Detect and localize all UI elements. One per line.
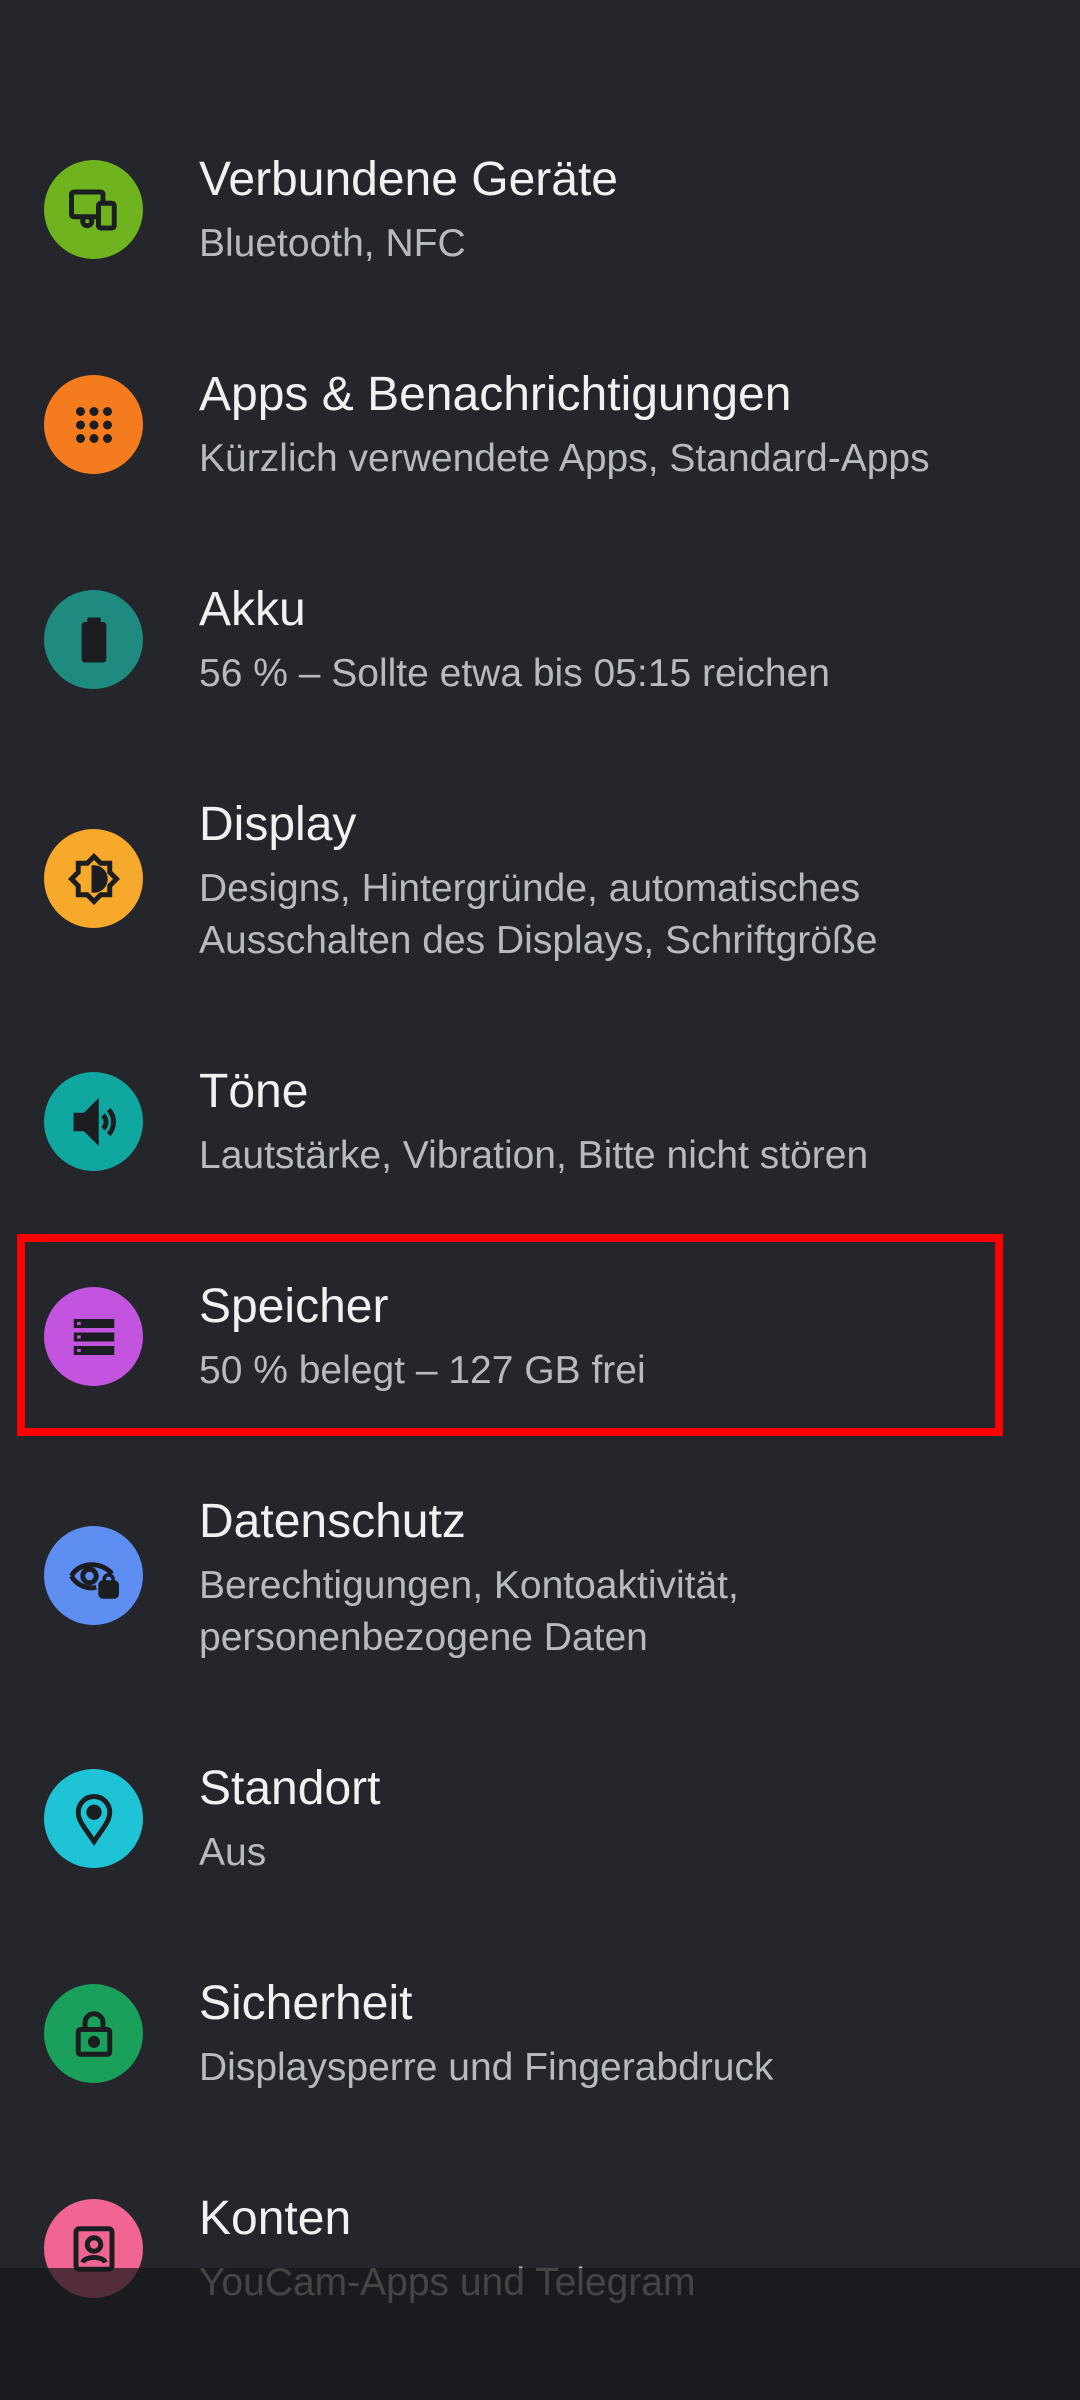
storage-icon	[44, 1287, 143, 1386]
settings-item-apps[interactable]: Apps & Benachrichtigungen Kürzlich verwe…	[0, 323, 1080, 523]
privacy-eye-icon	[44, 1526, 143, 1625]
settings-item-sound[interactable]: Töne Lautstärke, Vibration, Bitte nicht …	[0, 1020, 1080, 1220]
connected-devices-icon	[44, 160, 143, 259]
battery-icon	[44, 590, 143, 689]
settings-item-title: Display	[199, 798, 357, 851]
settings-item-summary: Displaysperre und Fingerabdruck	[199, 2046, 774, 2089]
location-pin-icon	[44, 1769, 143, 1868]
settings-item-title: Konten	[199, 2192, 352, 2245]
settings-item-title: Verbundene Geräte	[199, 153, 618, 206]
settings-item-summary: Aus	[199, 1831, 267, 1874]
settings-item-title: Töne	[199, 1065, 309, 1118]
settings-item-summary-line2: personenbezogene Daten	[199, 1616, 648, 1659]
settings-item-display[interactable]: Display Designs, Hintergründe, automatis…	[0, 753, 1080, 1013]
settings-item-security[interactable]: Sicherheit Displaysperre und Fingerabdru…	[0, 1932, 1080, 2132]
lock-icon	[44, 1984, 143, 2083]
settings-item-summary: Lautstärke, Vibration, Bitte nicht störe…	[199, 1134, 869, 1177]
settings-item-summary: 56 % – Sollte etwa bis 05:15 reichen	[199, 652, 830, 695]
settings-item-summary: 50 % belegt – 127 GB frei	[199, 1349, 646, 1392]
settings-item-title: Speicher	[199, 1280, 389, 1333]
settings-item-summary: Bluetooth, NFC	[199, 222, 466, 265]
settings-item-connected-devices[interactable]: Verbundene Geräte Bluetooth, NFC	[0, 108, 1080, 308]
settings-item-title: Apps & Benachrichtigungen	[199, 368, 792, 421]
settings-item-title: Datenschutz	[199, 1495, 466, 1548]
settings-item-title: Akku	[199, 583, 306, 636]
settings-item-summary-line1: Berechtigungen, Kontoaktivität,	[199, 1564, 739, 1607]
settings-item-battery[interactable]: Akku 56 % – Sollte etwa bis 05:15 reiche…	[0, 538, 1080, 738]
settings-item-summary-line1: Designs, Hintergründe, automatisches	[199, 867, 861, 910]
settings-item-privacy[interactable]: Datenschutz Berechtigungen, Kontoaktivit…	[0, 1450, 1080, 1710]
settings-item-summary-line2: Ausschalten des Displays, Schriftgröße	[199, 919, 878, 962]
settings-screen: Verbundene Geräte Bluetooth, NFC Apps & …	[0, 0, 1080, 2400]
settings-item-location[interactable]: Standort Aus	[0, 1717, 1080, 1917]
navigation-bar	[0, 2268, 1080, 2400]
settings-item-summary: Kürzlich verwendete Apps, Standard-Apps	[199, 437, 930, 480]
settings-item-storage[interactable]: Speicher 50 % belegt – 127 GB frei	[0, 1235, 1080, 1435]
brightness-icon	[44, 829, 143, 928]
settings-item-title: Sicherheit	[199, 1977, 413, 2030]
apps-grid-icon	[44, 375, 143, 474]
volume-icon	[44, 1072, 143, 1171]
settings-item-title: Standort	[199, 1762, 381, 1815]
